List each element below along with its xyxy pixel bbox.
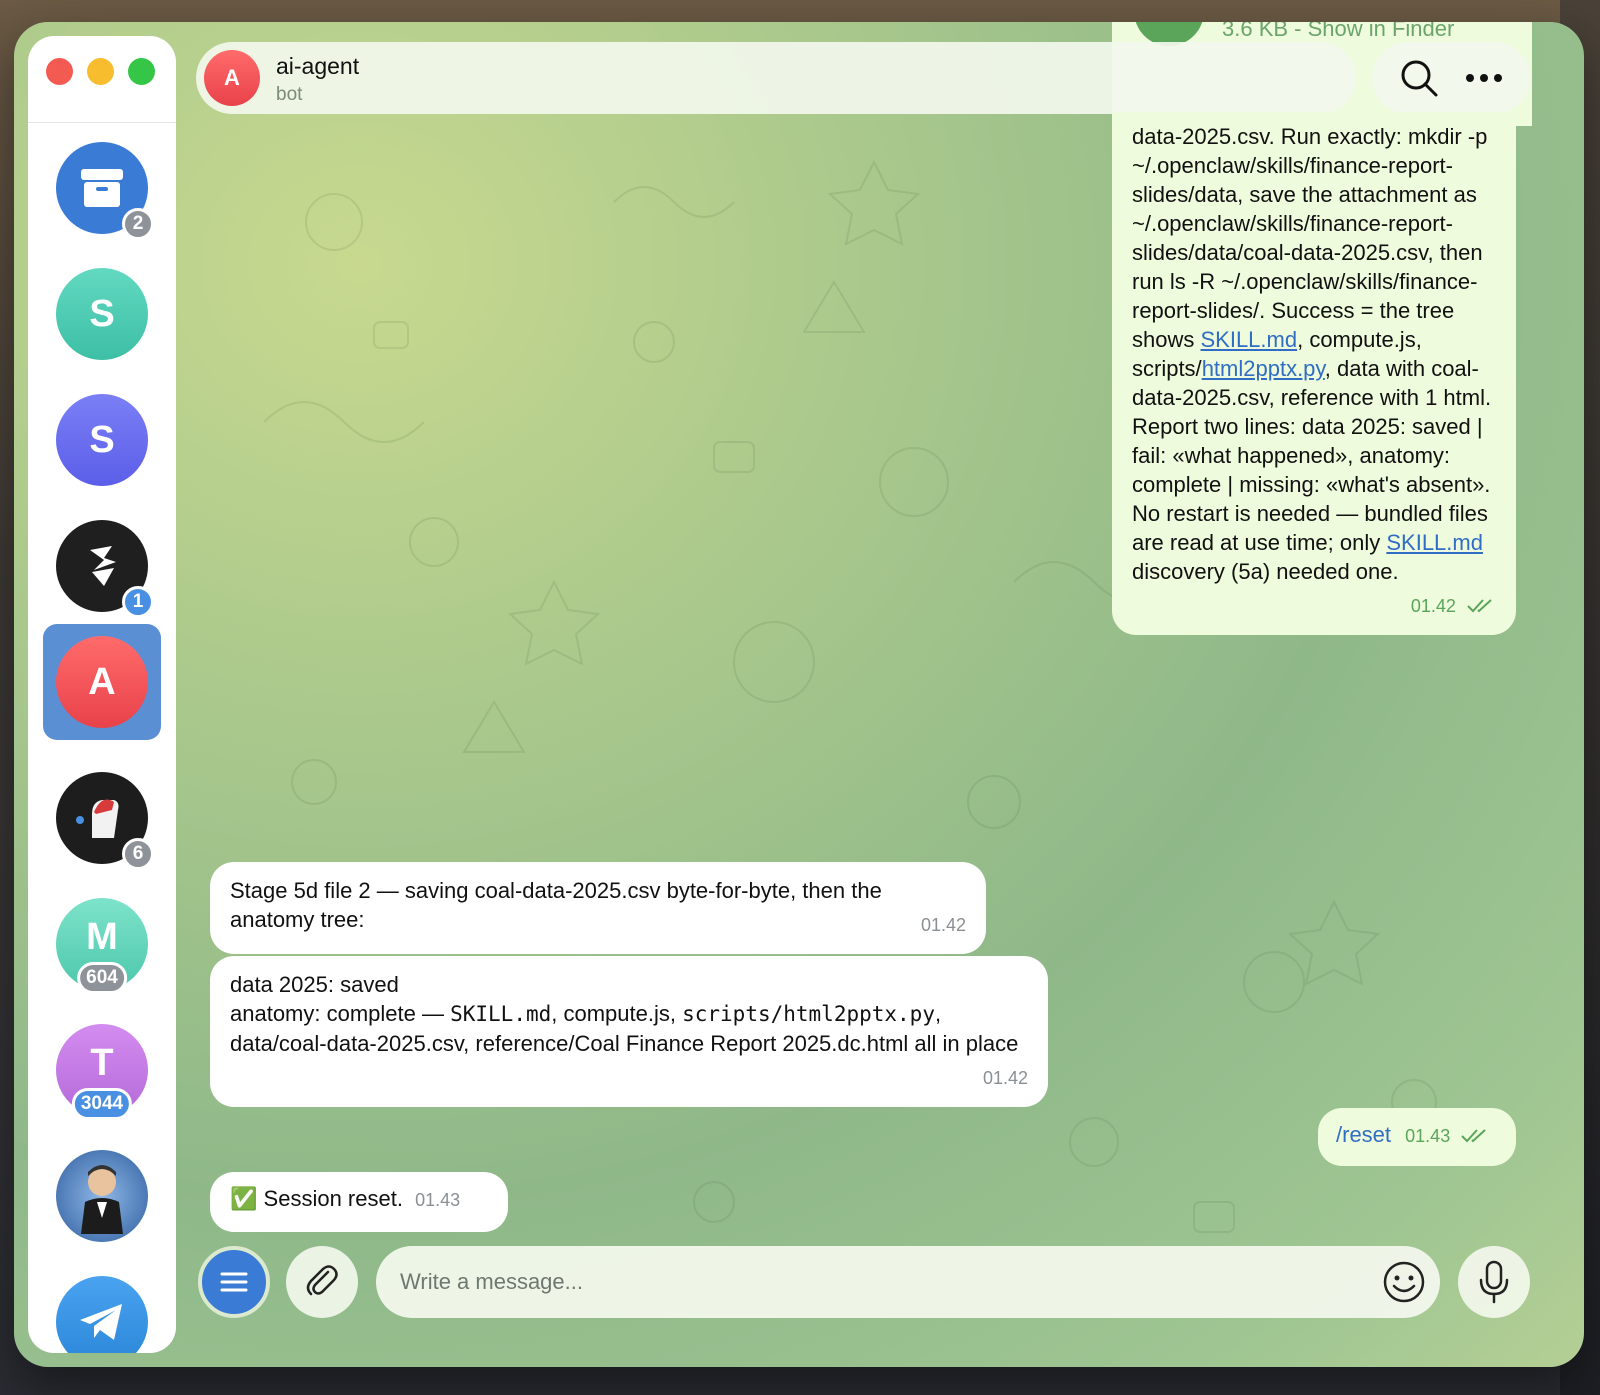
chat-avatar: A (56, 636, 148, 728)
read-receipt-icon (1461, 1129, 1487, 1143)
avatar-letter: A (224, 65, 240, 90)
chat-list-sidebar: 2 S S 1 A 6 M 604 T 3044 (28, 36, 176, 1353)
close-window-button[interactable] (46, 58, 73, 85)
message-text: data-2025.csv. Run exactly: mkdir -p ~/.… (1132, 124, 1488, 352)
unread-badge: 604 (77, 962, 127, 994)
search-button[interactable] (1397, 56, 1441, 100)
message-time: 01.43 (1405, 1126, 1451, 1146)
sidebar-item-cartoon[interactable] (43, 1138, 161, 1254)
chat-avatar: M 604 (56, 898, 148, 994)
message-link[interactable]: SKILL.md (1200, 327, 1297, 352)
zoom-window-button[interactable] (128, 58, 155, 85)
chat-avatar: S (56, 394, 148, 486)
unread-badge: 6 (122, 838, 154, 870)
outgoing-message[interactable]: data-2025.csv. Run exactly: mkdir -p ~/.… (1112, 112, 1516, 635)
chat-header[interactable]: A ai-agent bot (196, 42, 1356, 114)
attach-button[interactable] (286, 1246, 358, 1318)
bot-command-link[interactable]: /reset (1336, 1122, 1391, 1147)
stack-logo-icon (90, 546, 116, 586)
bot-menu-button[interactable] (198, 1246, 270, 1318)
incoming-message[interactable]: ✅ Session reset. 01.43 (210, 1172, 508, 1232)
cartoon-man-icon (81, 1165, 123, 1234)
window-controls (46, 58, 155, 85)
voice-record-button[interactable] (1458, 1246, 1530, 1318)
archive-icon (81, 169, 123, 207)
message-text: anatomy: complete — (230, 1001, 451, 1026)
message-composer (376, 1246, 1440, 1318)
chat-avatar (56, 1150, 148, 1242)
incoming-message[interactable]: Stage 5d file 2 — saving coal-data-2025.… (210, 862, 986, 954)
avatar-letter: M (86, 915, 118, 958)
menu-lines-icon (220, 1272, 248, 1292)
message-time: 01.42 (920, 915, 966, 935)
chat-avatar: S (56, 268, 148, 360)
chat-avatar: T 3044 (56, 1024, 148, 1120)
inline-code[interactable]: SKILL.md (450, 1002, 551, 1026)
sidebar-item-m[interactable]: M 604 (43, 886, 161, 1002)
chat-avatar (56, 1276, 148, 1353)
avatar-letter: A (88, 660, 116, 703)
smiley-icon (1383, 1261, 1425, 1303)
more-dots-icon (1465, 74, 1502, 82)
sidebar-item-telegram[interactable] (43, 1264, 161, 1353)
incoming-message[interactable]: data 2025: saved anatomy: complete — SKI… (210, 956, 1048, 1107)
chat-subtitle: bot (276, 84, 303, 105)
minimize-window-button[interactable] (87, 58, 114, 85)
chat-header-avatar[interactable]: A (204, 50, 260, 106)
sidebar-item-s-indigo[interactable]: S (43, 382, 161, 498)
message-time: 01.42 (982, 1068, 1028, 1088)
paperclip-icon (306, 1265, 338, 1296)
message-link[interactable]: html2pptx.py (1202, 356, 1325, 381)
unread-badge: 1 (122, 586, 154, 618)
sidebar-item-stack[interactable]: 1 (43, 508, 161, 624)
sidebar-item-ai-agent[interactable]: A (43, 624, 161, 740)
sidebar-item-fist[interactable]: 6 (43, 760, 161, 876)
fist-photo-icon (76, 799, 119, 838)
sidebar-item-archive[interactable]: 2 (43, 130, 161, 246)
message-text: , data with coal-data-2025.csv, referenc… (1132, 356, 1492, 555)
inline-code[interactable]: scripts/html2pptx.py (682, 1002, 935, 1026)
read-receipt-icon (1467, 599, 1492, 613)
message-text: Session reset. (263, 1186, 403, 1211)
message-text: Stage 5d file 2 — saving coal-data-2025.… (230, 878, 882, 932)
message-text: discovery (5a) needed one. (1132, 559, 1399, 584)
message-time: 01.42 (1410, 596, 1456, 616)
avatar-letter: S (89, 418, 115, 461)
check-mark-emoji: ✅ (230, 1186, 258, 1211)
sidebar-item-s-teal[interactable]: S (43, 256, 161, 372)
microphone-icon (1479, 1260, 1509, 1304)
message-line: data 2025: saved (230, 972, 399, 997)
header-actions (1372, 42, 1530, 114)
avatar-letter: S (89, 292, 115, 335)
chat-avatar: 6 (56, 772, 154, 870)
chat-title: ai-agent (276, 53, 360, 79)
message-input[interactable] (400, 1264, 1360, 1300)
emoji-button[interactable] (1382, 1260, 1426, 1304)
search-icon (1401, 60, 1437, 97)
archive-avatar: 2 (56, 142, 154, 240)
unread-badge: 2 (122, 208, 154, 240)
chat-avatar: 1 (56, 520, 154, 618)
message-time: 01.43 (415, 1190, 461, 1210)
telegram-window: 2 S S 1 A 6 M 604 T 3044 3.6 KB - Show i… (14, 22, 1584, 1367)
unread-badge: 3044 (71, 1088, 133, 1120)
message-text: , compute.js, (551, 1001, 683, 1026)
outgoing-message[interactable]: /reset 01.43 (1318, 1108, 1516, 1166)
telegram-icon (80, 1304, 122, 1340)
message-link[interactable]: SKILL.md (1386, 530, 1483, 555)
avatar-letter: T (90, 1041, 114, 1084)
file-size-text[interactable]: 3.6 KB - Show in Finder (1222, 22, 1454, 42)
sidebar-divider (28, 122, 176, 123)
more-options-button[interactable] (1462, 56, 1506, 100)
sidebar-item-t[interactable]: T 3044 (43, 1012, 161, 1128)
